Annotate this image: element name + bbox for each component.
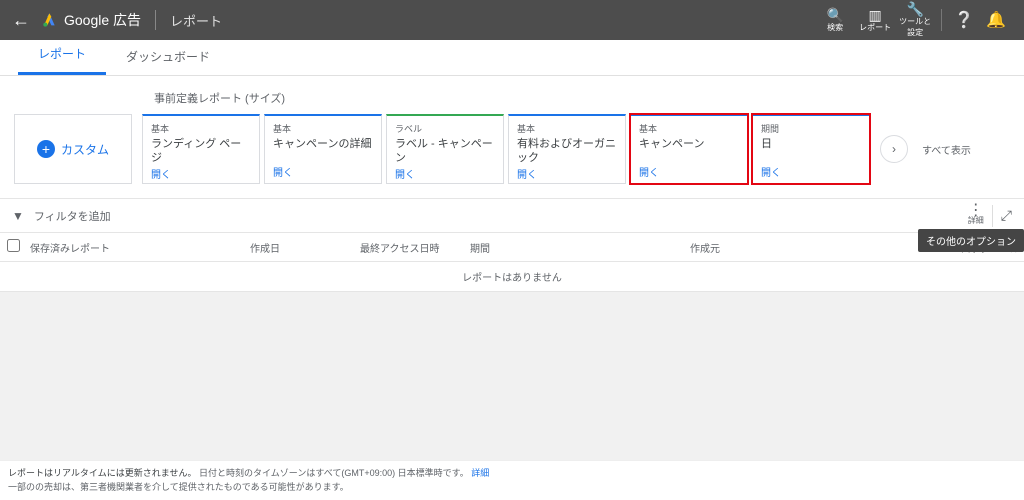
header-section-title: レポート [170, 11, 222, 30]
header-tools-button[interactable]: 🔧 ツールと 設定 [895, 2, 935, 38]
footer-bold: レポートはリアルタイムには更新されません。 [8, 468, 196, 478]
card-open-link[interactable]: 開く [639, 164, 739, 179]
predefined-card-2[interactable]: ラベルラベル - キャンペーン開く [386, 114, 504, 184]
header-search-button[interactable]: 🔍 検索 [815, 8, 855, 33]
brand-text: Google 広告 [64, 10, 141, 30]
header-reports-label: レポート [859, 22, 891, 33]
back-button[interactable]: ← [12, 10, 30, 31]
tab-dashboards[interactable]: ダッシュボード [106, 48, 230, 75]
card-open-link[interactable]: 開く [517, 166, 617, 181]
card-open-link[interactable]: 開く [151, 166, 251, 181]
tab-reports[interactable]: レポート [18, 45, 106, 75]
predefined-card-4[interactable]: 基本キャンペーン開く [630, 114, 748, 184]
col-creator[interactable]: 作成元 [686, 240, 896, 255]
card-category: 期間 [761, 122, 861, 135]
plus-icon: + [37, 140, 55, 158]
bell-icon: 🔔 [986, 12, 1006, 29]
card-category: 基本 [639, 122, 739, 135]
custom-report-card[interactable]: + カスタム [14, 114, 132, 184]
more-options-label: 詳細 [968, 216, 984, 226]
reports-table-empty: レポートはありません [0, 262, 1024, 292]
header-reports-button[interactable]: ▥ レポート [855, 8, 895, 33]
header-tools-label: ツールと 設定 [899, 16, 931, 38]
select-all-checkbox[interactable] [7, 239, 20, 252]
help-icon: ❔ [954, 12, 974, 29]
filter-icon: ▼ [12, 209, 24, 223]
chart-icon: ▥ [869, 8, 882, 22]
chevron-right-icon: › [892, 142, 896, 156]
card-category: 基本 [151, 122, 251, 135]
footer-note: レポートはリアルタイムには更新されません。 日付と時刻のタイムゾーンはすべて(G… [0, 460, 1024, 500]
card-open-link[interactable]: 開く [761, 164, 861, 179]
predefined-card-3[interactable]: 基本有料およびオーガニック開く [508, 114, 626, 184]
reports-table-header: 保存済みレポート 作成日 最終アクセス日時 期間 作成元 スケジュール [0, 232, 1024, 262]
predefined-strip: 事前定義レポート (サイズ) + カスタム 基本ランディング ページ開く基本キャ… [0, 76, 1024, 198]
add-filter-button[interactable]: フィルタを追加 [34, 208, 111, 224]
col-name[interactable]: 保存済みレポート [26, 240, 246, 255]
custom-report-label: カスタム [61, 141, 109, 158]
google-ads-icon [42, 12, 58, 28]
expand-button[interactable]: ⤢ [1001, 207, 1012, 224]
header-divider [155, 10, 156, 30]
footer-link[interactable]: 詳細 [471, 468, 489, 478]
predefined-strip-title: 事前定義レポート (サイズ) [154, 90, 1010, 106]
col-accessed[interactable]: 最終アクセス日時 [356, 240, 466, 255]
card-title: キャンペーンの詳細 [273, 137, 373, 164]
footer-line2: 一部のの売却は、第三者機関業者を介して提供されたものである可能性があります。 [8, 482, 349, 492]
predefined-card-1[interactable]: 基本キャンペーンの詳細開く [264, 114, 382, 184]
more-options-button[interactable]: ⋮ 詳細 [968, 206, 984, 226]
more-options-tooltip: その他のオプション [918, 229, 1024, 252]
card-category: 基本 [273, 122, 373, 135]
filter-separator [992, 205, 993, 227]
predefined-card-0[interactable]: 基本ランディング ページ開く [142, 114, 260, 184]
app-header: ← Google 広告 レポート 🔍 検索 ▥ レポート 🔧 ツールと 設定 ❔… [0, 0, 1024, 40]
scroll-next-button[interactable]: › [880, 135, 908, 163]
card-title: ランディング ページ [151, 137, 251, 166]
card-category: 基本 [517, 122, 617, 135]
notifications-button[interactable]: 🔔 [986, 10, 1006, 30]
header-search-label: 検索 [827, 22, 843, 33]
card-title: キャンペーン [639, 137, 739, 164]
col-range[interactable]: 期間 [466, 240, 686, 255]
wrench-icon: 🔧 [906, 2, 923, 16]
kebab-icon: ⋮ [968, 206, 984, 216]
card-title: 有料およびオーガニック [517, 137, 617, 166]
col-created[interactable]: 作成日 [246, 240, 356, 255]
footer-rest: 日付と時刻のタイムゾーンはすべて(GMT+09:00) 日本標準時です。 [199, 468, 469, 478]
tabbar: レポート ダッシュボード [0, 40, 1024, 76]
show-all-button[interactable]: すべて表示 [922, 142, 971, 157]
filter-bar: ▼ フィルタを追加 ⋮ 詳細 ⤢ その他のオプション [0, 198, 1024, 232]
card-category: ラベル [395, 122, 495, 135]
search-icon: 🔍 [826, 8, 843, 22]
help-button[interactable]: ❔ [954, 10, 974, 30]
predefined-card-5[interactable]: 期間日開く [752, 114, 870, 184]
card-title: ラベル - キャンペーン [395, 137, 495, 166]
card-open-link[interactable]: 開く [395, 166, 495, 181]
brand-logo[interactable]: Google 広告 [42, 10, 141, 30]
card-title: 日 [761, 137, 861, 164]
card-open-link[interactable]: 開く [273, 164, 373, 179]
header-separator [941, 9, 942, 31]
